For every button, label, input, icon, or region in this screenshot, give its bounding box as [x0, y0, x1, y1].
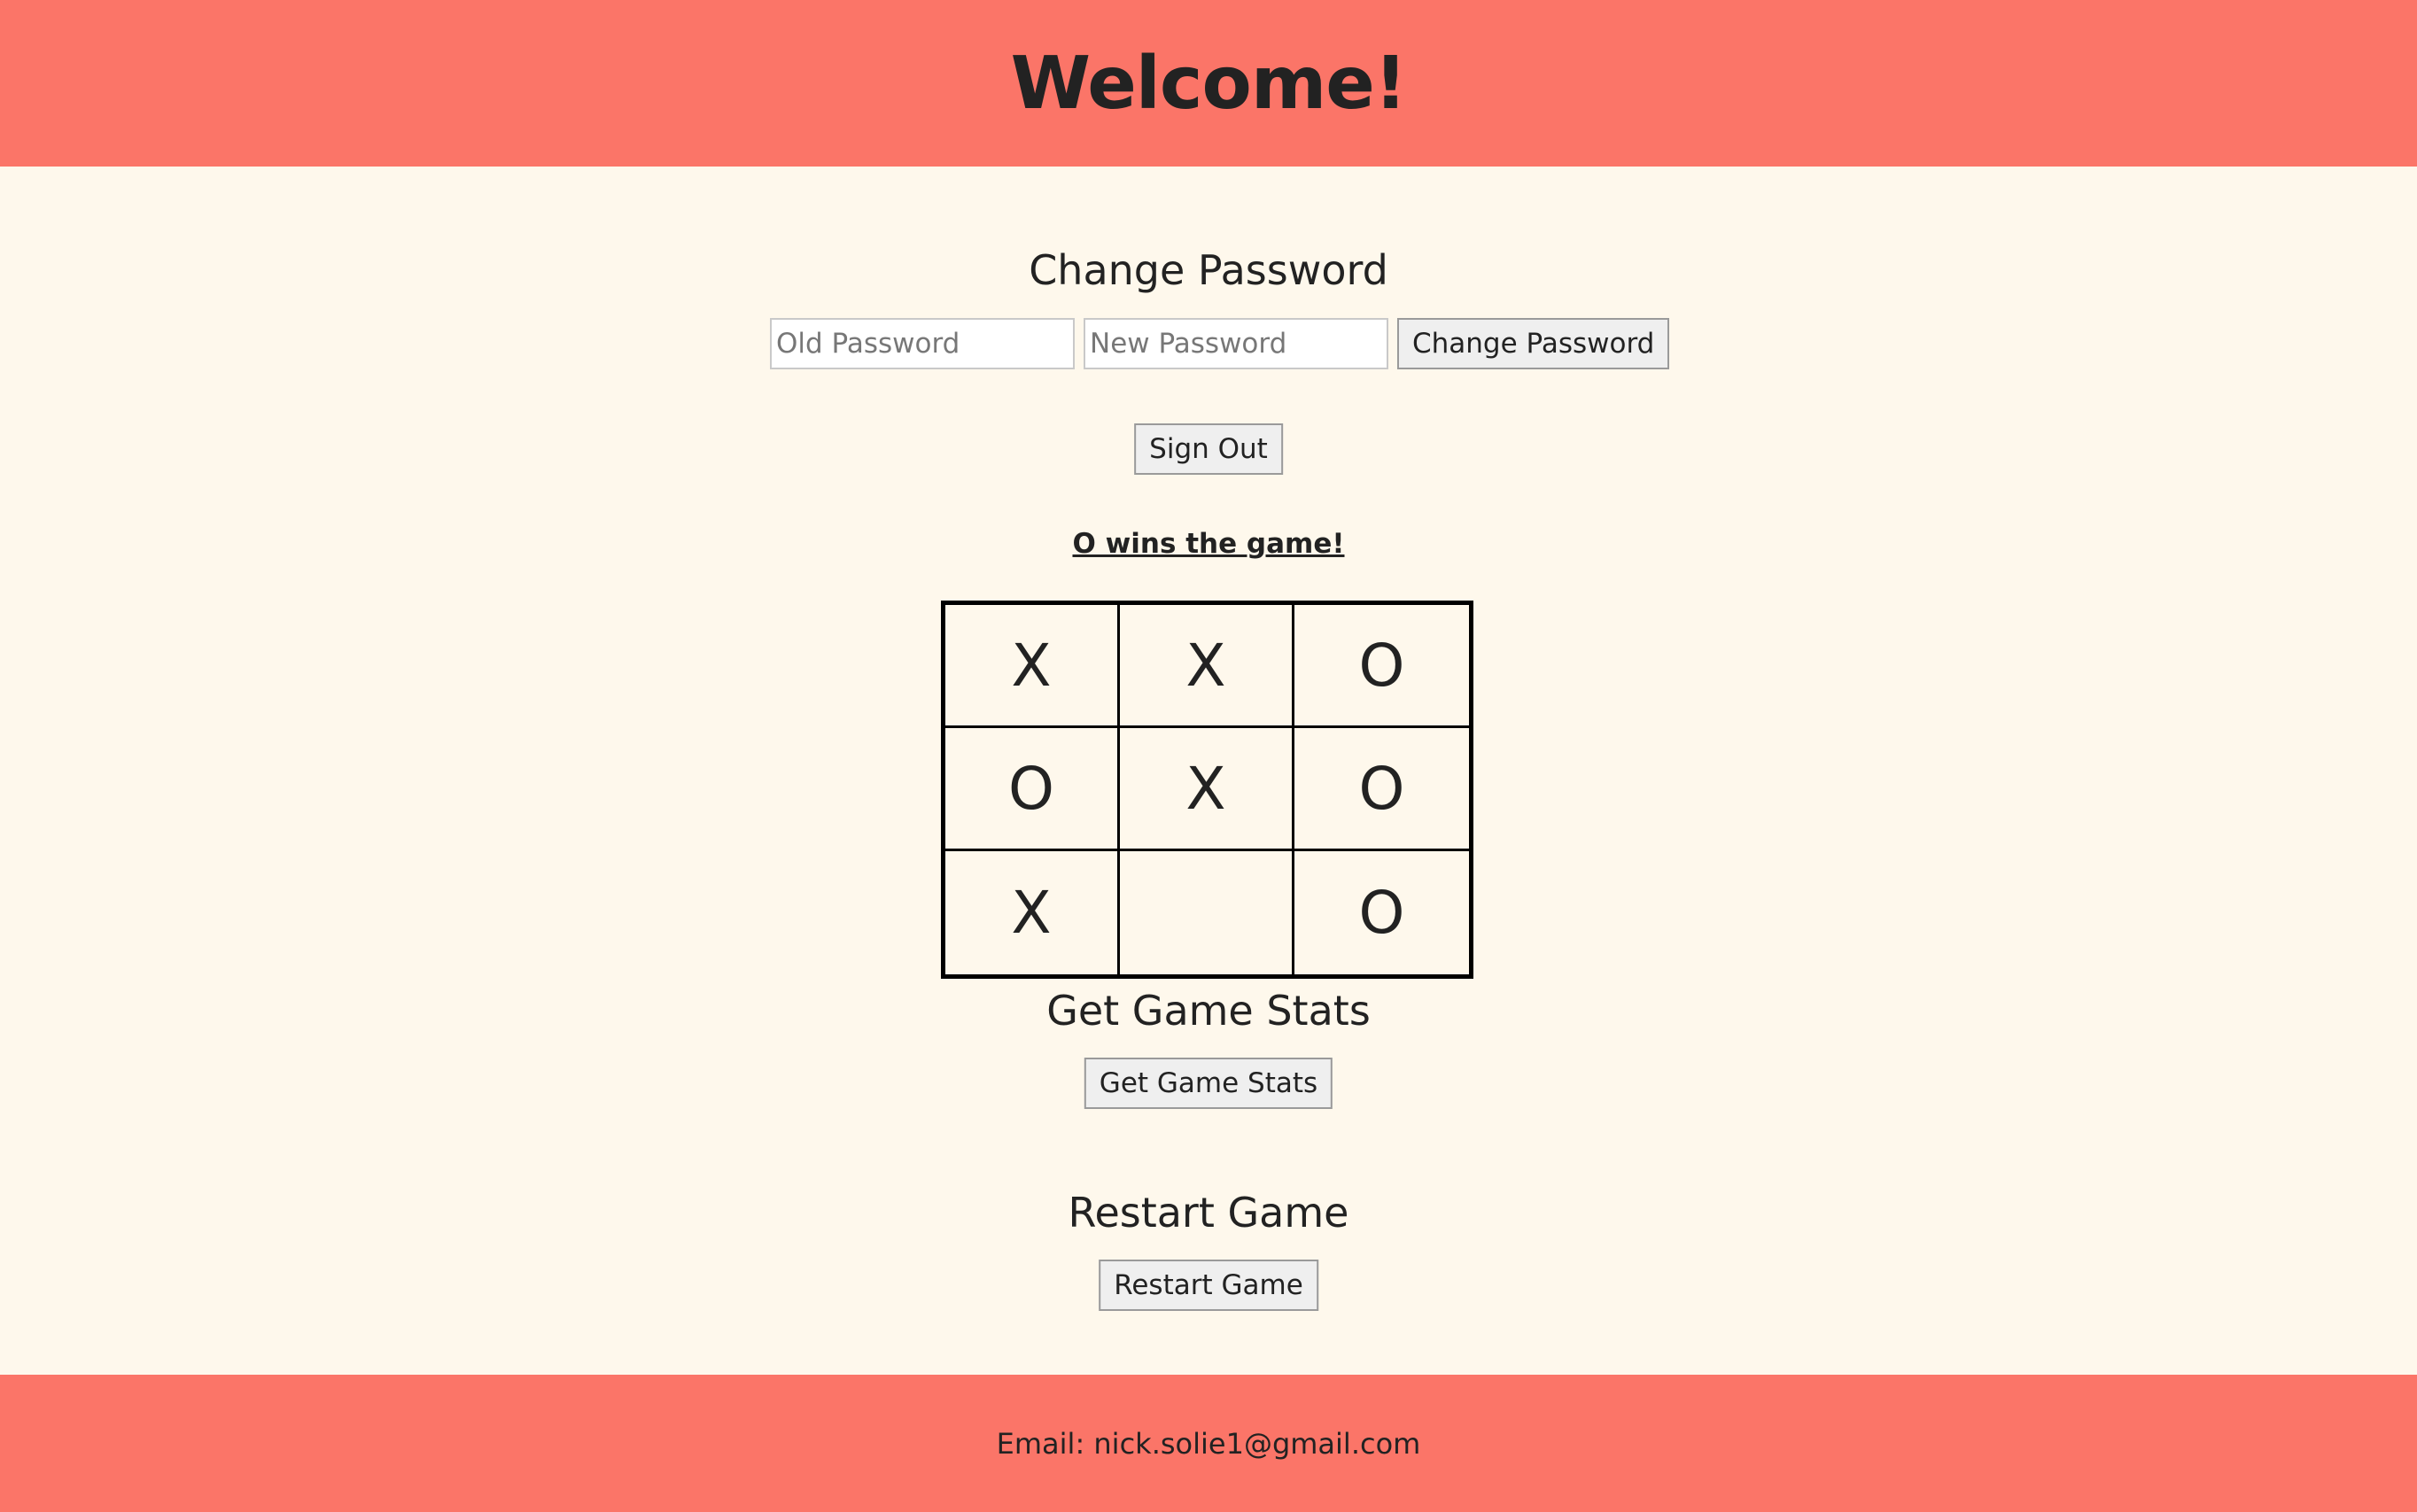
board-cell-1-2[interactable]: O [1294, 728, 1469, 851]
restart-game-heading: Restart Game [1068, 1189, 1349, 1237]
game-board: X X O O X O X O [941, 601, 1473, 979]
board-cell-2-2[interactable]: O [1294, 851, 1469, 974]
board-cell-1-1[interactable]: X [1120, 728, 1294, 851]
board-cell-0-1[interactable]: X [1120, 605, 1294, 728]
change-password-button[interactable]: Change Password [1397, 318, 1670, 369]
new-password-input[interactable] [1084, 318, 1388, 369]
game-stats-heading: Get Game Stats [1046, 987, 1371, 1035]
board-cell-0-0[interactable]: X [945, 605, 1120, 728]
get-game-stats-button[interactable]: Get Game Stats [1084, 1058, 1333, 1109]
page-header: Welcome! [0, 0, 2417, 167]
sign-out-button[interactable]: Sign Out [1134, 423, 1283, 475]
page-title: Welcome! [1010, 41, 1408, 126]
board-cell-0-2[interactable]: O [1294, 605, 1469, 728]
change-password-form: Change Password [770, 318, 1670, 369]
page-footer: Email: nick.solie1@gmail.com [0, 1375, 2417, 1512]
footer-email: Email: nick.solie1@gmail.com [996, 1426, 1421, 1461]
restart-game-button[interactable]: Restart Game [1099, 1260, 1318, 1311]
board-cell-2-0[interactable]: X [945, 851, 1120, 974]
old-password-input[interactable] [770, 318, 1075, 369]
game-status-message: O wins the game! [1072, 528, 1345, 560]
board-cell-2-1[interactable] [1120, 851, 1294, 974]
board-cell-1-0[interactable]: O [945, 728, 1120, 851]
change-password-heading: Change Password [1029, 246, 1388, 294]
